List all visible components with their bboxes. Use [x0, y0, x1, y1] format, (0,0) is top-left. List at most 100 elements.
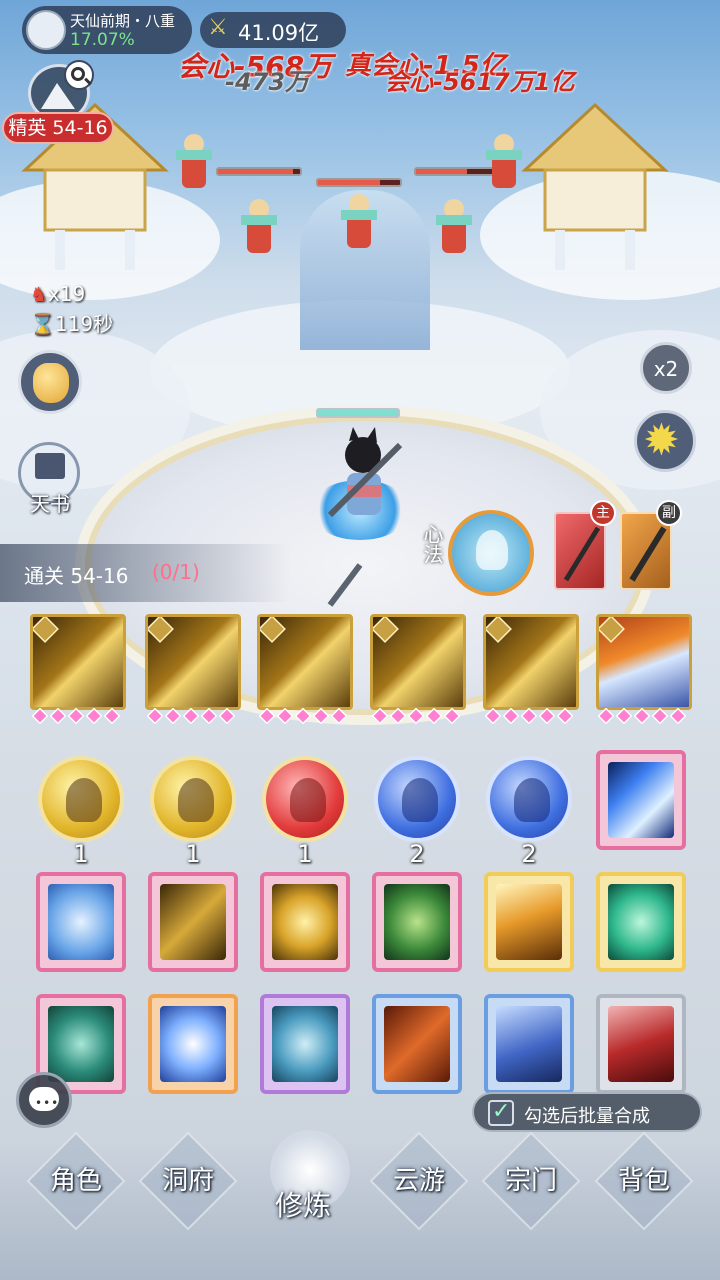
hero-hp-bar	[316, 408, 400, 418]
skill-card[interactable]	[260, 994, 350, 1094]
search-icon[interactable]	[64, 60, 94, 90]
nav-cave[interactable]: 洞府	[143, 1160, 233, 1197]
clear-count: (0/1)	[152, 560, 200, 584]
enemy-count: ♞x19	[30, 282, 85, 306]
gem-icon	[85, 707, 103, 725]
nav-cultivate[interactable]: 修炼	[258, 1184, 348, 1224]
realm-label: 天仙前期・八重	[70, 12, 176, 30]
skill-card[interactable]	[596, 872, 686, 972]
tianshu-label: 天书	[30, 492, 70, 516]
wood-sword-rain-icon	[384, 884, 450, 960]
chat-button[interactable]: •••	[16, 1072, 72, 1128]
skill-card[interactable]	[148, 872, 238, 972]
gem-icon	[258, 707, 276, 725]
gem-icon	[502, 707, 520, 725]
skill-card[interactable]	[484, 994, 574, 1094]
orb-blue[interactable]: 2	[486, 756, 572, 868]
nav-role[interactable]: 角色	[31, 1160, 121, 1197]
enemy-hp-bar	[316, 178, 402, 187]
skill-card[interactable]	[596, 750, 686, 850]
player-realm-panel[interactable]: 天仙前期・八重 17.07%	[22, 6, 192, 54]
jade-fan-icon	[48, 1006, 114, 1082]
orb-count: 2	[409, 840, 425, 868]
blue-wave-icon	[496, 1006, 562, 1082]
checkbox[interactable]: ✓	[488, 1099, 514, 1126]
hero-character	[327, 427, 403, 518]
main-weapon-tag: 主	[590, 500, 616, 526]
skill-slot[interactable]	[370, 614, 466, 710]
skill-slot[interactable]	[596, 614, 692, 710]
fire-blade-icon	[384, 1006, 450, 1082]
auto-skill-button[interactable]: ✹	[634, 410, 696, 472]
gem-icon	[49, 707, 67, 725]
skill-card[interactable]	[36, 872, 126, 972]
gem-icon	[182, 707, 200, 725]
gem-icon	[146, 707, 164, 725]
skill-stars	[484, 707, 574, 726]
skill-slot[interactable]	[257, 614, 353, 710]
hourglass-icon: ⌛	[30, 312, 55, 336]
orb-gold[interactable]: 1	[38, 756, 124, 868]
orb-gold[interactable]: 1	[150, 756, 236, 868]
stage-timer: ⌛119秒	[30, 308, 113, 337]
gem-icon	[389, 707, 407, 725]
speed-button[interactable]: x2	[640, 342, 692, 394]
nav-travel[interactable]: 云游	[374, 1160, 464, 1197]
skill-card[interactable]	[372, 872, 462, 972]
skill-slot[interactable]	[145, 614, 241, 710]
orb-count: 1	[297, 840, 313, 868]
gem-icon	[371, 707, 389, 725]
clear-label: 通关 54-16	[24, 564, 129, 588]
nav-sect[interactable]: 宗门	[486, 1160, 576, 1197]
stage-badge[interactable]: 精英 54-16	[2, 112, 114, 144]
gem-icon	[484, 707, 502, 725]
gem-icon	[276, 707, 294, 725]
light-rays-icon	[496, 884, 562, 960]
money-bag-icon	[33, 363, 69, 403]
realm-progress: 17.07%	[70, 30, 135, 50]
batch-synth-toggle[interactable]: ✓ 勾选后批量合成	[472, 1092, 702, 1132]
player-avatar[interactable]	[26, 10, 66, 50]
enemy-count-value: x19	[47, 282, 86, 306]
sub-weapon-tag: 副	[656, 500, 682, 526]
skill-stars	[597, 707, 687, 726]
blade-icon	[629, 526, 667, 582]
orb-red[interactable]: 1	[262, 756, 348, 868]
skill-slot[interactable]	[30, 614, 126, 710]
gem-icon	[294, 707, 312, 725]
gem-icon	[669, 707, 687, 725]
skill-card[interactable]	[596, 994, 686, 1094]
gem-icon	[615, 707, 633, 725]
timer-value: 119秒	[54, 312, 114, 336]
nav-bag[interactable]: 背包	[599, 1160, 689, 1197]
gem-icon	[520, 707, 538, 725]
skill-stars	[258, 707, 348, 726]
gem-icon	[633, 707, 651, 725]
fire-beam-icon	[599, 617, 625, 643]
gem-icon	[103, 707, 121, 725]
scroll-icon	[35, 453, 65, 479]
gem-icon	[200, 707, 218, 725]
swords-icon: ⚔	[208, 15, 228, 40]
skill-card[interactable]	[148, 994, 238, 1094]
treasure-bag-button[interactable]	[18, 350, 82, 414]
red-slash-icon	[608, 1006, 674, 1082]
gold-burst-icon	[272, 884, 338, 960]
xinfa-button[interactable]	[448, 510, 534, 596]
right-pavilion	[521, 102, 669, 270]
sword-icon	[563, 526, 601, 582]
orb-blue[interactable]: 2	[374, 756, 460, 868]
xinfa-label: 心法	[420, 524, 444, 564]
skill-slot[interactable]	[483, 614, 579, 710]
gem-icon	[330, 707, 348, 725]
demon-icon: ♞	[30, 282, 48, 306]
skill-card[interactable]	[372, 994, 462, 1094]
enemy-soldier	[436, 199, 472, 253]
clear-progress-bar: 通关 54-16 (0/1)	[0, 544, 290, 602]
gold-slash-icon	[160, 884, 226, 960]
gem-icon	[407, 707, 425, 725]
gem-icon	[67, 707, 85, 725]
skill-card[interactable]	[484, 872, 574, 972]
skill-card[interactable]	[260, 872, 350, 972]
gem-icon	[312, 707, 330, 725]
